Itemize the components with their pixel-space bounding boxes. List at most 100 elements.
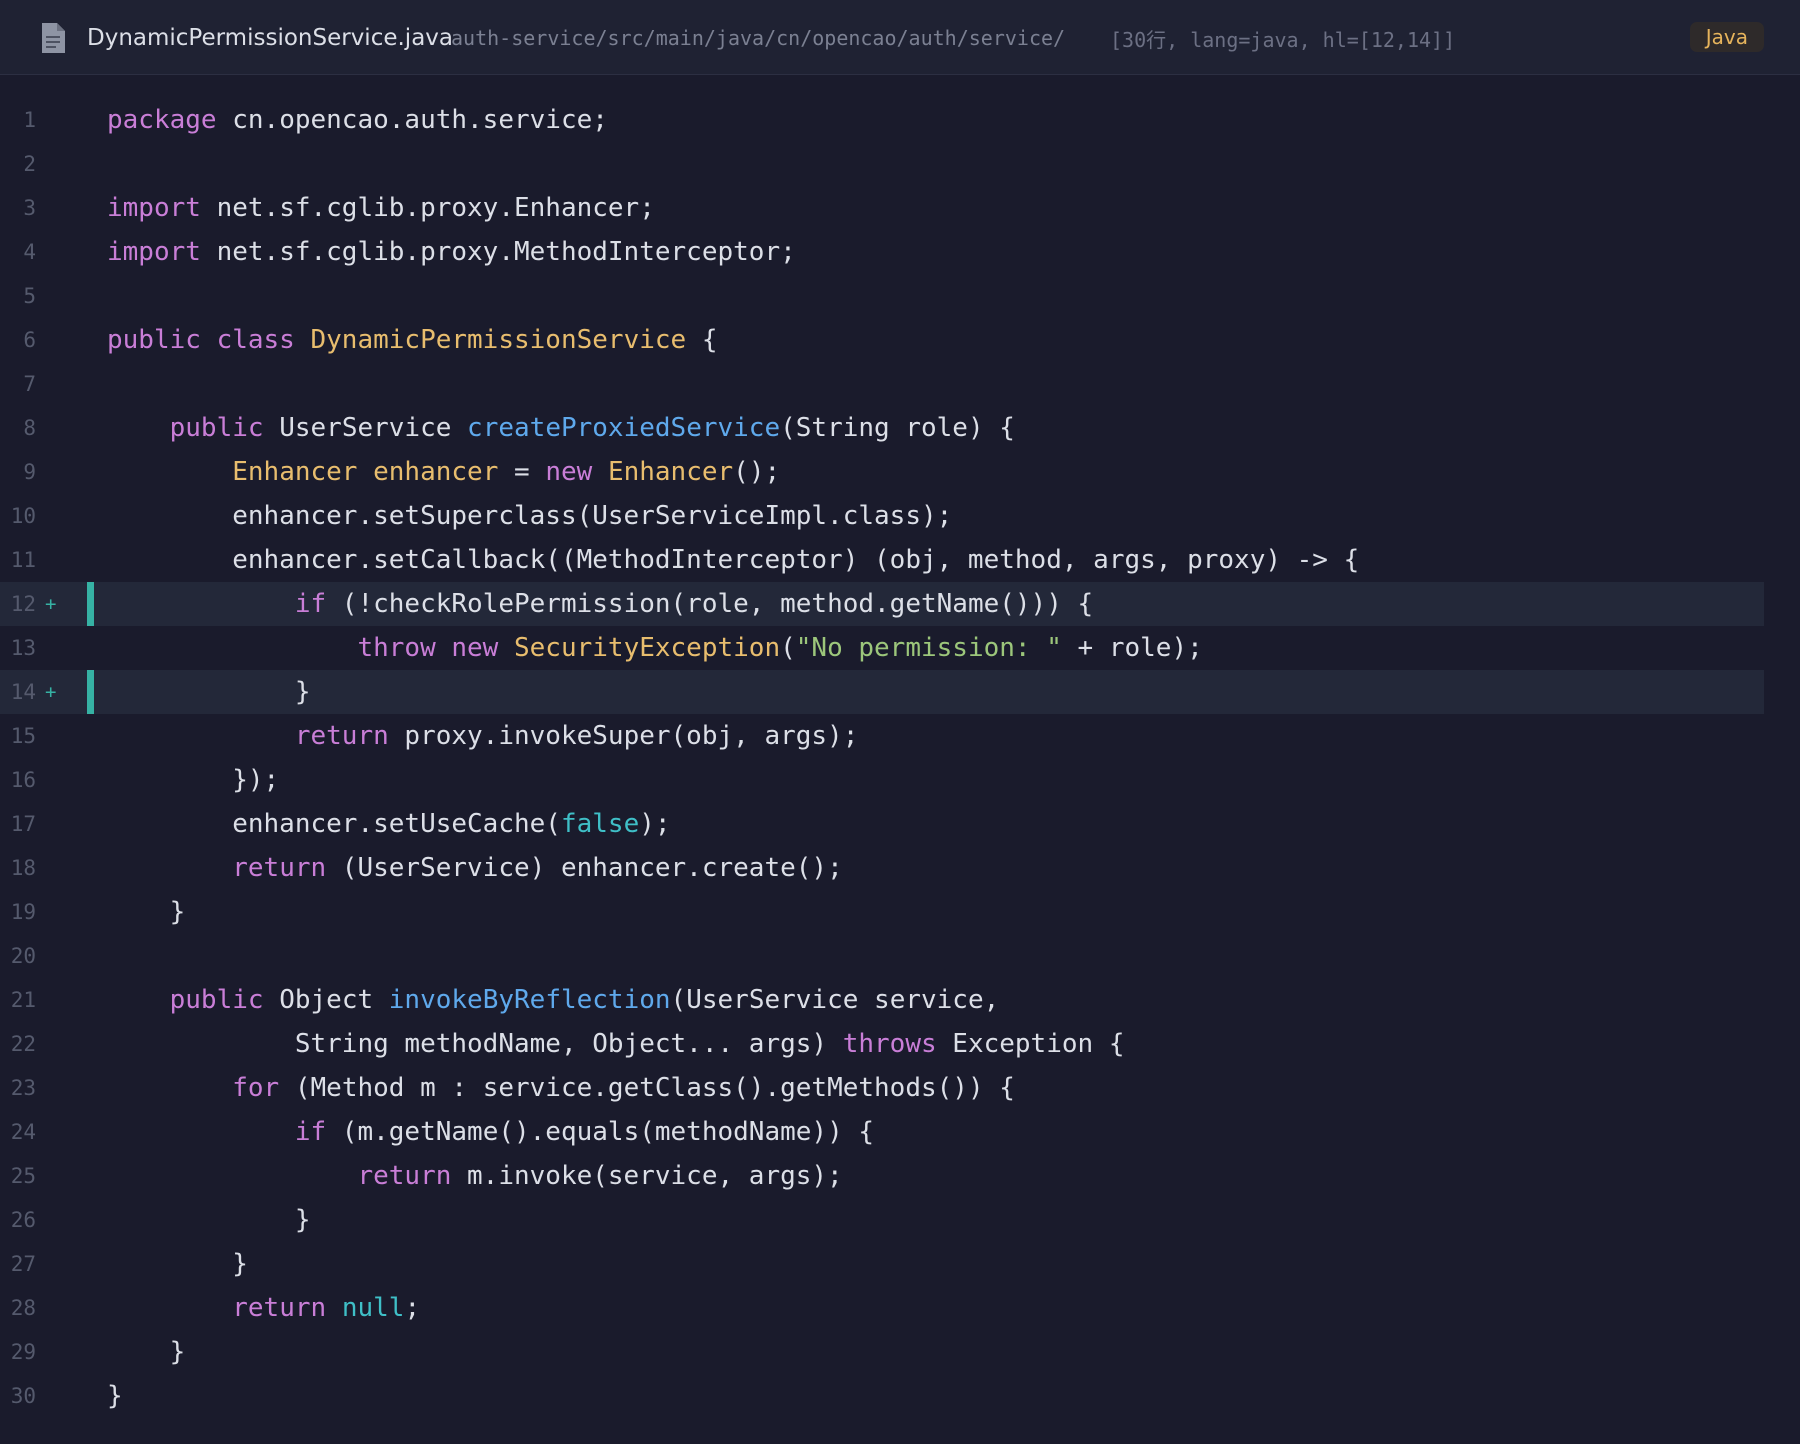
line-number: 20: [10, 944, 36, 968]
code-token: cn.opencao.auth.service;: [216, 105, 608, 135]
code-token: + role);: [1061, 633, 1203, 663]
code-line: 22 String methodName, Object... args) th…: [0, 1022, 1800, 1066]
code-line: 23 for (Method m : service.getClass().ge…: [0, 1066, 1800, 1110]
line-number: 19: [10, 900, 36, 924]
code-text: return null;: [107, 1286, 420, 1330]
line-number: 10: [10, 504, 36, 528]
code-line: 5: [0, 274, 1800, 318]
code-line: 6 public class DynamicPermissionService {: [0, 318, 1800, 362]
code-text: if (m.getName().equals(methodName)) {: [107, 1110, 874, 1154]
code-token: (UserService service,: [670, 985, 1000, 1015]
code-token: if: [294, 1117, 327, 1147]
code-text: enhancer.setUseCache(false);: [107, 802, 670, 846]
code-token: public: [169, 413, 264, 443]
code-token: DynamicPermissionService: [310, 325, 687, 355]
code-token: invokeByReflection: [388, 985, 671, 1015]
line-number: 11: [10, 548, 36, 572]
code-token: false: [560, 809, 640, 839]
code-text: return (UserService) enhancer.create();: [107, 846, 843, 890]
code-token: enhancer.setCallback((MethodInterceptor)…: [107, 545, 1360, 575]
code-token: ;: [404, 1293, 421, 1323]
code-token: new: [545, 457, 608, 487]
code-line: 13 throw new SecurityException("No permi…: [0, 626, 1800, 670]
code-line: 9 Enhancer enhancer = new Enhancer();: [0, 450, 1800, 494]
language-badge: Java: [1689, 22, 1764, 52]
code-token: (String role) {: [780, 413, 1015, 443]
code-token: package: [107, 105, 217, 135]
code-token: m.invoke(service, args);: [451, 1161, 843, 1191]
code-token: }: [107, 897, 186, 927]
code-token: throw new: [357, 633, 514, 663]
code-token: net.sf.cglib.proxy.MethodInterceptor;: [200, 237, 796, 267]
code-text: for (Method m : service.getClass().getMe…: [107, 1066, 1015, 1110]
code-token: ();: [733, 457, 781, 487]
code-token: return: [232, 853, 327, 883]
code-token: enhancer.setUseCache(: [107, 809, 561, 839]
code-text: }: [107, 670, 311, 714]
line-number: 9: [23, 460, 36, 484]
code-token: String methodName, Object... args): [107, 1029, 843, 1059]
line-number: 18: [10, 856, 36, 880]
code-token: proxy.invokeSuper(obj, args);: [388, 721, 859, 751]
code-token: Enhancer enhancer: [232, 457, 499, 487]
line-number: 27: [10, 1252, 36, 1276]
code-token: public class: [107, 325, 311, 355]
highlight-bar: [87, 670, 94, 714]
line-number: 8: [23, 416, 36, 440]
line-number: 13: [10, 636, 36, 660]
code-line: 17 enhancer.setUseCache(false);: [0, 802, 1800, 846]
line-number: 24: [10, 1120, 36, 1144]
code-token: (UserService) enhancer.create();: [326, 853, 843, 883]
code-token: (Method m : service.getClass().getMethod…: [279, 1073, 1015, 1103]
code-line: 4 import net.sf.cglib.proxy.MethodInterce…: [0, 230, 1800, 274]
line-number: 15: [10, 724, 36, 748]
code-text: });: [107, 758, 279, 802]
code-token: createProxiedService: [467, 413, 781, 443]
code-line: 16 });: [0, 758, 1800, 802]
code-line: 10 enhancer.setSuperclass(UserServiceImp…: [0, 494, 1800, 538]
highlight-bar: [87, 582, 94, 626]
code-token: {: [686, 325, 718, 355]
code-line: 26 }: [0, 1198, 1800, 1242]
code-text: }: [107, 1198, 311, 1242]
line-number: 3: [23, 196, 36, 220]
code-token: }: [107, 677, 311, 707]
code-token: });: [107, 765, 280, 795]
line-number: 2: [23, 152, 36, 176]
code-token: public: [169, 985, 264, 1015]
code-line: 30}: [0, 1374, 1800, 1418]
code-token: return: [357, 1161, 452, 1191]
code-text: import net.sf.cglib.proxy.MethodIntercep…: [107, 230, 796, 274]
diff-added-marker: +: [45, 681, 57, 703]
code-token: }: [107, 1381, 123, 1411]
code-token: (m.getName().equals(methodName)) {: [326, 1117, 875, 1147]
code-line: 15 return proxy.invokeSuper(obj, args);: [0, 714, 1800, 758]
code-line: 1 package cn.opencao.auth.service;: [0, 98, 1800, 142]
code-token: (: [780, 633, 796, 663]
code-token: Enhancer: [607, 457, 734, 487]
code-text: Enhancer enhancer = new Enhancer();: [107, 450, 780, 494]
file-header: DynamicPermissionService.java auth-servi…: [0, 0, 1800, 75]
code-token: }: [107, 1337, 186, 1367]
line-number: 26: [10, 1208, 36, 1232]
line-number: 1: [23, 108, 36, 132]
code-text: }: [107, 1242, 248, 1286]
line-number: 23: [10, 1076, 36, 1100]
code-line: 2: [0, 142, 1800, 186]
line-number: 6: [23, 328, 36, 352]
code-line: 24 if (m.getName().equals(methodName)) {: [0, 1110, 1800, 1154]
code-line: 18 return (UserService) enhancer.create(…: [0, 846, 1800, 890]
line-number: 22: [10, 1032, 36, 1056]
code-token: }: [107, 1205, 311, 1235]
line-number: 5: [23, 284, 36, 308]
code-text: enhancer.setCallback((MethodInterceptor)…: [107, 538, 1359, 582]
code-text: if (!checkRolePermission(role, method.ge…: [107, 582, 1093, 626]
code-line: 21 public Object invokeByReflection(User…: [0, 978, 1800, 1022]
